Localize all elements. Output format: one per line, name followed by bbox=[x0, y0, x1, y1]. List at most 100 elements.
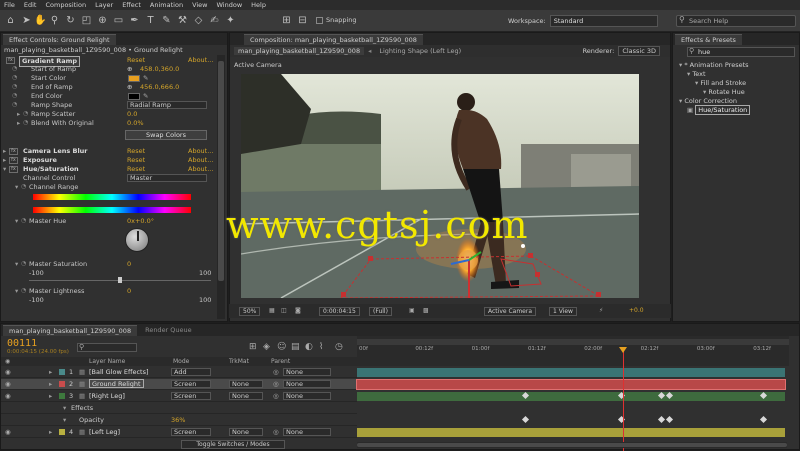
scrollbar[interactable] bbox=[217, 55, 225, 319]
hue-bar-top[interactable] bbox=[33, 194, 191, 200]
chevron-down-icon[interactable]: ▾ bbox=[15, 287, 18, 296]
mode-select[interactable]: Add bbox=[171, 368, 211, 376]
zoom-tool-icon[interactable]: ⚲ bbox=[48, 14, 61, 27]
lens-blur-reset[interactable]: Reset bbox=[127, 147, 145, 156]
toggle-switches-modes-button[interactable]: Toggle Switches / Modes bbox=[181, 440, 285, 449]
timeline-zoom-bar[interactable] bbox=[357, 442, 787, 448]
visibility-eye-icon[interactable]: ◉ bbox=[5, 427, 11, 438]
menu-item-file[interactable]: File bbox=[4, 1, 15, 9]
gradient-ramp-about[interactable]: About... bbox=[188, 56, 213, 65]
menu-item-view[interactable]: View bbox=[192, 1, 207, 9]
pickwhip-icon[interactable]: ◎ bbox=[273, 379, 279, 390]
menu-item-help[interactable]: Help bbox=[251, 1, 266, 9]
hand-tool-icon[interactable]: ✋ bbox=[34, 14, 47, 27]
pickwhip-icon[interactable]: ◎ bbox=[273, 427, 279, 438]
end-color-swatch[interactable] bbox=[128, 93, 140, 100]
table-row[interactable]: ◉ ▸ 4 ▦ [Left Leg] Screen None None ◎ bbox=[1, 427, 357, 438]
effects-tree-item[interactable]: ▾ * Animation Presets bbox=[675, 61, 797, 70]
start-color-swatch[interactable] bbox=[128, 75, 140, 82]
search-help-input[interactable]: Search Help bbox=[676, 15, 796, 27]
workspace-select[interactable]: Standard bbox=[549, 15, 658, 27]
chevron-right-icon[interactable]: ▸ bbox=[49, 391, 52, 402]
parent-select[interactable]: None bbox=[283, 428, 331, 436]
exposure-reset[interactable]: Reset bbox=[127, 156, 145, 165]
channel-control-select[interactable]: Master bbox=[127, 174, 207, 182]
menu-item-layer[interactable]: Layer bbox=[95, 1, 113, 9]
pickwhip-icon[interactable]: ◎ bbox=[273, 391, 279, 402]
gradient-ramp-reset[interactable]: Reset bbox=[127, 56, 145, 65]
blend-value[interactable]: 0.0% bbox=[127, 119, 144, 128]
ramp-scatter-value[interactable]: 0.0 bbox=[127, 110, 137, 119]
stopwatch-icon[interactable]: ◔ bbox=[23, 119, 28, 128]
home-icon[interactable]: ⌂ bbox=[4, 14, 17, 27]
grid-icon[interactable]: ▦ bbox=[269, 307, 275, 314]
roto-brush-icon[interactable]: ✍ bbox=[208, 14, 221, 27]
col-parent[interactable]: Parent bbox=[271, 358, 290, 365]
visibility-eye-icon[interactable]: ◉ bbox=[5, 391, 11, 402]
clone-stamp-icon[interactable]: ⚒ bbox=[176, 14, 189, 27]
menu-item-effect[interactable]: Effect bbox=[122, 1, 141, 9]
col-mode[interactable]: Mode bbox=[173, 358, 189, 365]
camera-icon[interactable]: ◙ bbox=[295, 307, 301, 314]
tab-timeline-comp[interactable]: man_playing_basketball_1Z9590_008 bbox=[3, 325, 138, 336]
mode-select[interactable]: Screen bbox=[171, 380, 211, 388]
composition-viewer[interactable] bbox=[241, 74, 639, 298]
chevron-down-icon[interactable]: ▾ bbox=[15, 217, 18, 226]
type-tool-icon[interactable]: T bbox=[144, 14, 157, 27]
parent-select[interactable]: None bbox=[283, 380, 331, 388]
views-select[interactable]: 1 View bbox=[549, 307, 577, 316]
shy-icon[interactable]: ☺ bbox=[277, 342, 286, 352]
master-lightness-value[interactable]: 0 bbox=[127, 287, 131, 296]
stopwatch-icon[interactable]: ◔ bbox=[12, 101, 17, 110]
work-area-bar[interactable] bbox=[357, 339, 789, 345]
effects-search-input[interactable]: hue bbox=[687, 47, 795, 57]
start-of-ramp-value[interactable]: 458.0,360.0 bbox=[140, 65, 179, 74]
effects-tree-item[interactable]: ▾ Text bbox=[675, 70, 797, 79]
timecode-display[interactable]: 0:00:04:15 bbox=[319, 307, 360, 316]
effects-tree-item[interactable]: ▾ Fill and Stroke bbox=[675, 79, 797, 88]
chevron-down-icon[interactable]: ▾ bbox=[63, 403, 66, 414]
master-saturation-value[interactable]: 0 bbox=[127, 260, 131, 269]
chevron-down-icon[interactable]: ▾ bbox=[15, 260, 18, 269]
graph-editor-icon[interactable]: ⌇ bbox=[319, 342, 323, 352]
draft-3d-icon[interactable]: ◈ bbox=[263, 342, 270, 352]
stopwatch-icon[interactable]: ◔ bbox=[21, 260, 26, 269]
comp-flowchart-icon[interactable]: ⊞ bbox=[249, 342, 257, 352]
col-layer-name[interactable]: Layer Name bbox=[89, 358, 125, 365]
camera-tool-icon[interactable]: ◰ bbox=[80, 14, 93, 27]
fx-toggle-icon[interactable]: fx bbox=[9, 166, 18, 173]
stopwatch-icon[interactable]: ◔ bbox=[12, 83, 17, 92]
rotate-tool-icon[interactable]: ↻ bbox=[64, 14, 77, 27]
stopwatch-icon[interactable]: ◔ bbox=[12, 65, 17, 74]
menu-item-edit[interactable]: Edit bbox=[24, 1, 37, 9]
trkmat-select[interactable]: None bbox=[229, 380, 263, 388]
lens-blur-name[interactable]: Camera Lens Blur bbox=[23, 147, 88, 156]
fx-toggle-icon[interactable]: fx bbox=[9, 148, 18, 155]
master-hue-value[interactable]: 0x+0.0° bbox=[127, 217, 154, 226]
col-trkmat[interactable]: TrkMat bbox=[229, 358, 249, 365]
master-hue-dial[interactable] bbox=[125, 228, 149, 252]
stopwatch-icon[interactable]: ◔ bbox=[12, 92, 17, 101]
chevron-right-icon[interactable]: ▸ bbox=[3, 156, 6, 165]
stopwatch-icon[interactable]: ◔ bbox=[21, 287, 26, 296]
transparency-icon[interactable]: ▩ bbox=[423, 307, 429, 314]
mode-select[interactable]: 36% bbox=[171, 415, 185, 426]
fast-preview-icon[interactable]: ⚡ bbox=[599, 307, 603, 314]
fx-toggle-icon[interactable]: fx bbox=[9, 157, 18, 164]
motion-blur-icon[interactable]: ◐ bbox=[305, 342, 313, 352]
tab-composition[interactable]: Composition: man_playing_basketball_1Z95… bbox=[244, 34, 423, 45]
mask-visibility-icon[interactable]: ◫ bbox=[281, 307, 287, 314]
selection-tool-icon[interactable]: ➤ bbox=[20, 14, 33, 27]
menu-item-composition[interactable]: Composition bbox=[45, 1, 86, 9]
layer-track[interactable] bbox=[357, 368, 785, 377]
table-row[interactable]: ▾ Effects bbox=[1, 403, 357, 414]
exposure-name[interactable]: Exposure bbox=[23, 156, 57, 165]
table-row[interactable]: ◉ ▸ 3 ▦ [Right Leg] Screen None None ◎ bbox=[1, 391, 357, 402]
mask-tool-icon[interactable]: ▭ bbox=[112, 14, 125, 27]
clock-icon[interactable]: ◷ bbox=[335, 342, 343, 352]
table-row[interactable]: ▾ Opacity 36% bbox=[1, 415, 357, 426]
scrollbar-thumb[interactable] bbox=[218, 61, 224, 281]
snapping-checkbox[interactable] bbox=[316, 17, 323, 24]
parent-select[interactable]: None bbox=[283, 392, 331, 400]
layer-track[interactable] bbox=[357, 404, 785, 413]
